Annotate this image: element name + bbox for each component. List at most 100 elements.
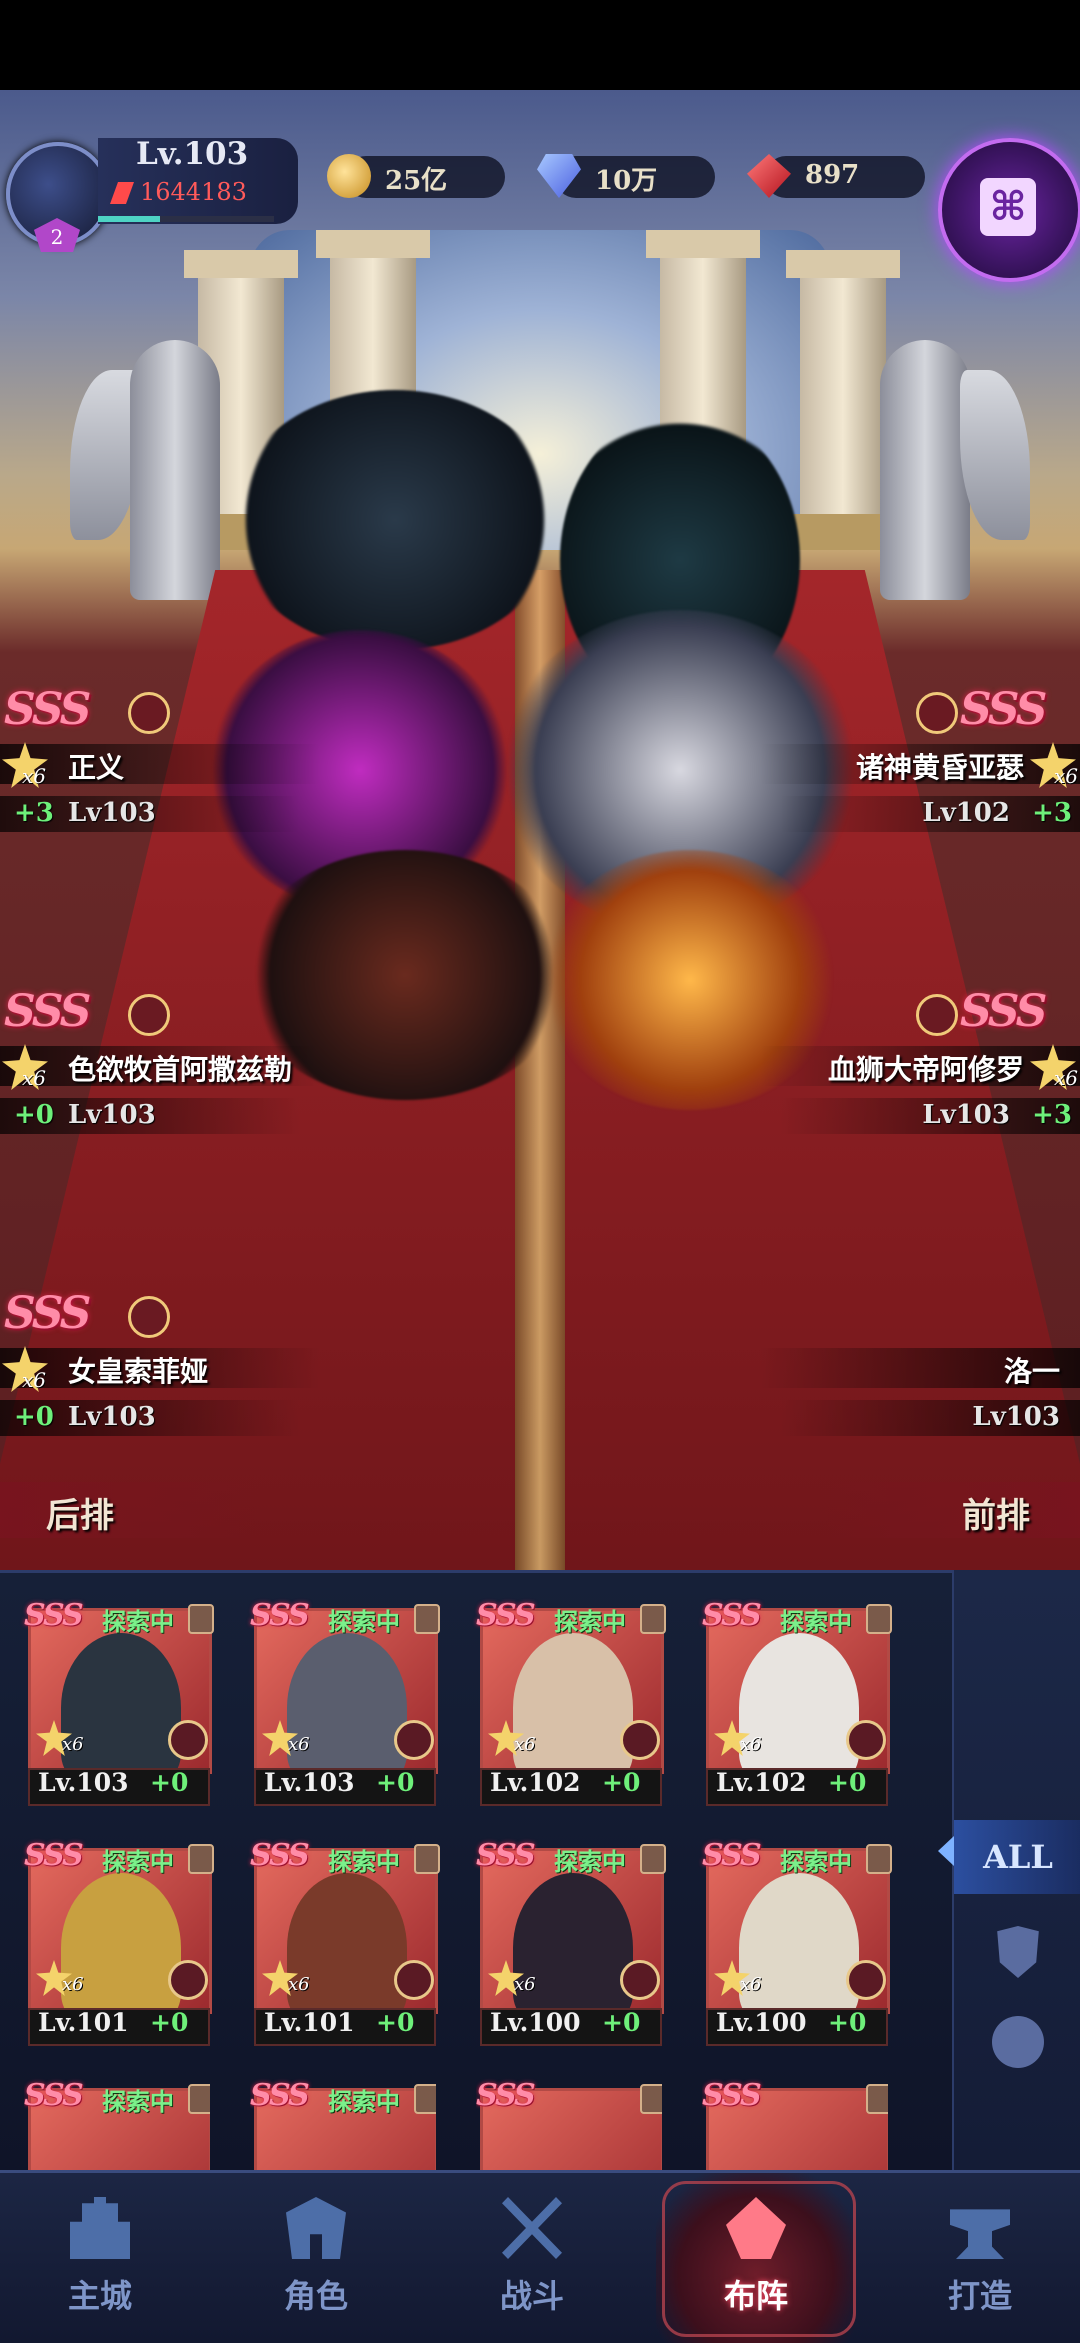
lock-icon: [866, 2084, 888, 2114]
class-icon: [168, 1720, 208, 1760]
anvil-icon: [950, 2209, 1010, 2259]
gold-amount: 25亿: [385, 166, 448, 196]
star-count: x6: [22, 764, 47, 788]
exploring-status: 探索中: [102, 2087, 174, 2116]
hero-plus: +0: [14, 1100, 54, 1130]
bottom-nav: 主城 角色 战斗 布阵 打造: [0, 2170, 1080, 2343]
sss-rank-badge: SSS: [476, 1838, 536, 1873]
hero-level: Lv103: [68, 798, 156, 828]
class-icon: [128, 994, 170, 1036]
scroll-icon: ⌘: [980, 178, 1036, 236]
player-level: Lv.103: [136, 136, 249, 172]
hero-plus: +3: [1032, 1100, 1072, 1130]
nav-main-city[interactable]: 主城: [0, 2173, 200, 2343]
lock-icon: [414, 1844, 440, 1874]
nav-battle[interactable]: 战斗: [432, 2173, 632, 2343]
angel-statue-right: [880, 340, 970, 600]
exp-bar: [98, 216, 274, 222]
gold-coin-icon: [327, 154, 371, 198]
gold-currency[interactable]: 25亿: [327, 154, 505, 198]
nav-label: 打造: [947, 2277, 1012, 2315]
hero-level: Lv103: [68, 1100, 156, 1130]
sss-rank-badge: SSS: [702, 2078, 762, 2113]
hero-card[interactable]: SSS 探索中 x6 Lv.100 +0: [476, 1838, 666, 2046]
crossed-swords-icon: [502, 2197, 562, 2259]
star-count: x6: [22, 1368, 47, 1392]
hero-plus: +3: [1032, 798, 1072, 828]
card-plus: +0: [602, 1768, 641, 1797]
sss-rank-badge: SSS: [960, 684, 1047, 735]
nav-label: 主城: [67, 2277, 132, 2315]
hero-card[interactable]: SSS 探索中 x6 Lv.103 +0: [24, 1598, 214, 1806]
exploring-status: 探索中: [328, 2087, 400, 2116]
nav-forge[interactable]: 打造: [880, 2173, 1080, 2343]
hero-plus: +3: [14, 798, 54, 828]
back-row-label: 后排: [46, 1496, 114, 1536]
star-count: x6: [288, 1974, 310, 1995]
status-bar: [0, 0, 1080, 90]
hero-card[interactable]: SSS: [702, 2078, 888, 2170]
card-level: Lv.103: [38, 1768, 129, 1797]
exploring-status: 探索中: [780, 1847, 852, 1876]
lock-icon: [414, 1604, 440, 1634]
nav-characters[interactable]: 角色: [216, 2173, 416, 2343]
warrior-mask-icon[interactable]: [997, 1926, 1039, 1978]
class-icon: [846, 1960, 886, 2000]
nav-formation[interactable]: 布阵: [656, 2173, 856, 2343]
sss-rank-badge: SSS: [702, 1598, 762, 1633]
hero-level: Lv102: [922, 798, 1010, 828]
hero-name: 女皇索菲娅: [68, 1355, 209, 1388]
diamond-currency[interactable]: 10万: [537, 154, 715, 198]
lock-icon: [640, 1844, 666, 1874]
exploring-status: 探索中: [554, 1607, 626, 1636]
city-icon: [70, 2197, 130, 2259]
lock-icon: [866, 1844, 892, 1874]
card-plus: +0: [150, 2008, 189, 2037]
sss-rank-badge: SSS: [960, 986, 1047, 1037]
class-filter-panel: ALL: [952, 1570, 1080, 2170]
hero-card[interactable]: SSS: [476, 2078, 662, 2170]
hero-card[interactable]: SSS 探索中: [250, 2078, 436, 2170]
card-plus: +0: [828, 2008, 867, 2037]
star-count: x6: [288, 1734, 310, 1755]
hero-card[interactable]: SSS 探索中 x6 Lv.100 +0: [702, 1838, 892, 2046]
card-plus: +0: [828, 1768, 867, 1797]
sss-rank-badge: SSS: [250, 1598, 310, 1633]
hero-card[interactable]: SSS 探索中 x6 Lv.102 +0: [476, 1598, 666, 1806]
hero-card[interactable]: SSS 探索中: [24, 2078, 210, 2170]
sss-rank-badge: SSS: [4, 684, 91, 735]
exploring-status: 探索中: [554, 1847, 626, 1876]
hero-card[interactable]: SSS 探索中 x6 Lv.102 +0: [702, 1598, 892, 1806]
sss-rank-badge: SSS: [24, 1598, 84, 1633]
hero-name: 正义: [68, 751, 125, 784]
ruby-currency[interactable]: 897: [747, 154, 925, 198]
helmet-icon: [286, 2197, 346, 2259]
card-plus: +0: [602, 2008, 641, 2037]
exploring-status: 探索中: [780, 1607, 852, 1636]
class-icon: [620, 1720, 660, 1760]
star-count: x6: [1053, 764, 1078, 788]
hero-level: Lv103: [972, 1402, 1060, 1432]
ruby-amount: 897: [805, 160, 860, 190]
card-plus: +0: [376, 1768, 415, 1797]
filter-all-button[interactable]: ALL: [954, 1820, 1080, 1894]
card-level: Lv.100: [490, 2008, 581, 2037]
hero-card[interactable]: SSS 探索中 x6 Lv.101 +0: [250, 1838, 440, 2046]
lock-icon: [640, 2084, 662, 2114]
diamond-amount: 10万: [595, 166, 658, 196]
class-icon: [916, 692, 958, 734]
back-row-strip: [0, 1482, 260, 1538]
name-bar: [0, 744, 320, 784]
sss-rank-badge: SSS: [24, 1838, 84, 1873]
statue-wing: [960, 370, 1030, 540]
exploring-status: 探索中: [328, 1607, 400, 1636]
sss-rank-badge: SSS: [476, 2078, 536, 2113]
star-count: x6: [740, 1734, 762, 1755]
scroll-button[interactable]: ⌘: [938, 138, 1080, 282]
exploring-status: 探索中: [328, 1847, 400, 1876]
hero-card[interactable]: SSS 探索中 x6 Lv.103 +0: [250, 1598, 440, 1806]
hero-card[interactable]: SSS 探索中 x6 Lv.101 +0: [24, 1838, 214, 2046]
pillar: [786, 250, 900, 550]
beast-paw-icon[interactable]: [992, 2016, 1044, 2068]
sss-rank-badge: SSS: [250, 2078, 310, 2113]
